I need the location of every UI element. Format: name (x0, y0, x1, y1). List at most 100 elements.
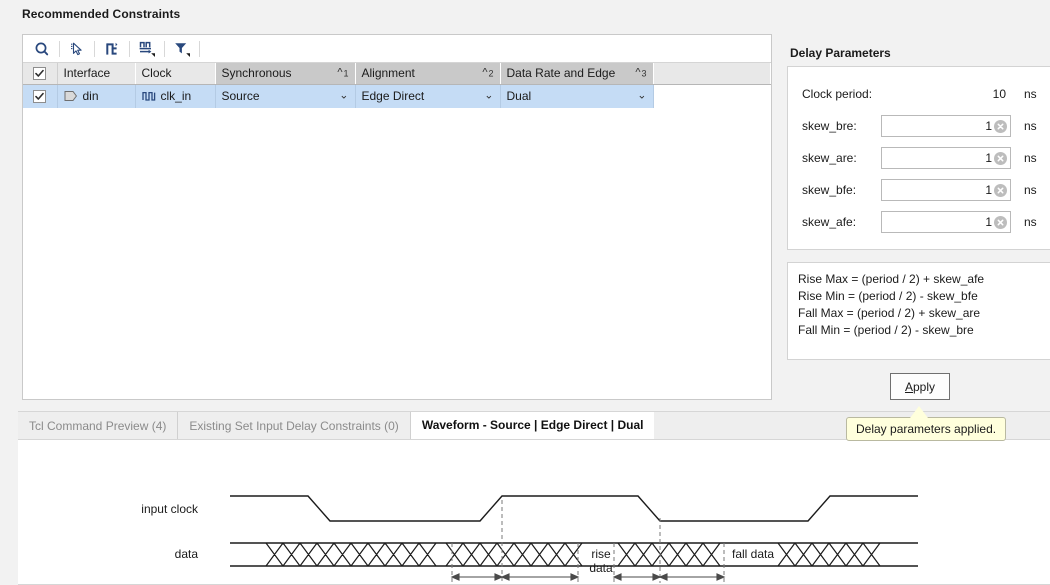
skew-afe-unit: ns (1024, 215, 1037, 229)
data-crosshatch-1 (265, 542, 437, 567)
data-crosshatch-2 (445, 542, 583, 567)
constraints-table: Interface Clock Synchronous ^ 1 Alignment (23, 63, 771, 108)
clock-waveform-icon (141, 90, 156, 102)
tab-existing-set-input-delay-constraints[interactable]: Existing Set Input Delay Constraints (0) (178, 412, 411, 439)
tab-waveform[interactable]: Waveform - Source | Edge Direct | Dual (410, 412, 655, 439)
chevron-down-icon[interactable]: ⌄ (339, 90, 348, 102)
waveform-label-rise-data: rise data (589, 547, 613, 575)
skew-are-input[interactable]: 1 (881, 147, 1011, 169)
delay-parameters-title: Delay Parameters (790, 46, 891, 60)
delay-parameters-box: Clock period: 10 ns skew_bre: 1 ns skew_… (787, 66, 1050, 250)
cell-clock[interactable]: clk_in (135, 84, 216, 108)
auto-constrain-icon[interactable] (99, 38, 125, 60)
cell-interface-label: din (82, 89, 99, 104)
page-title: Recommended Constraints (22, 7, 181, 21)
cell-interface[interactable]: din (57, 84, 136, 108)
cell-synchronous[interactable]: Source ⌄ (215, 84, 356, 108)
toolbar-separator (164, 40, 165, 57)
toolbar-separator (129, 40, 130, 57)
constraints-table-panel: Interface Clock Synchronous ^ 1 Alignment (22, 34, 772, 400)
skew-bre-row: skew_bre: 1 ns (788, 113, 1050, 139)
chevron-down-icon[interactable]: ⌄ (637, 90, 646, 102)
skew-afe-label: skew_afe: (802, 215, 857, 229)
skew-are-label: skew_are: (802, 151, 857, 165)
cell-alignment[interactable]: Edge Direct ⌄ (355, 84, 501, 108)
table-row[interactable]: din clk_in Source ⌄ Edge Direct ⌄ Dual ⌄ (23, 84, 771, 108)
column-header-alignment[interactable]: Alignment ^ 2 (355, 63, 501, 85)
clock-period-value: 10 (992, 87, 1006, 101)
column-header-interface-label: Interface (63, 66, 111, 81)
toolbar-separator (199, 40, 200, 57)
tab-existing-constraints-label: Existing Set Input Delay Constraints (0) (189, 418, 399, 433)
waveform-row-label-data: data (174, 547, 198, 561)
formula-fall-min: Fall Min = (period / 2) - skew_bre (798, 323, 974, 337)
column-header-clock-label: Clock (141, 66, 172, 81)
toolbar-separator (59, 40, 60, 57)
tab-tcl-command-preview[interactable]: Tcl Command Preview (4) (18, 412, 179, 439)
tab-tcl-command-preview-label: Tcl Command Preview (4) (29, 418, 167, 433)
filter-icon[interactable] (169, 38, 195, 60)
cell-clock-label: clk_in (160, 89, 192, 104)
formula-rise-max: Rise Max = (period / 2) + skew_afe (798, 272, 985, 286)
column-header-clock[interactable]: Clock (135, 63, 216, 85)
skew-bre-label: skew_bre: (802, 119, 857, 133)
select-all-checkbox[interactable] (33, 67, 47, 81)
skew-are-value: 1 (985, 151, 992, 165)
clear-icon[interactable] (994, 151, 1007, 165)
formula-fall-max: Fall Max = (period / 2) + skew_are (798, 306, 981, 320)
status-tooltip: Delay parameters applied. (846, 417, 1007, 441)
cell-synchronous-value: Source (221, 89, 260, 104)
cell-filler (653, 84, 771, 108)
column-header-data-rate-and-edge[interactable]: Data Rate and Edge ^ 3 (500, 63, 654, 85)
skew-bfe-value: 1 (985, 183, 992, 197)
waveform-row-label-input-clock: input clock (141, 502, 198, 516)
toolbar-separator (94, 40, 95, 57)
column-header-filler (653, 63, 771, 85)
clear-icon[interactable] (994, 183, 1007, 197)
column-header-alignment-label: Alignment (361, 66, 415, 81)
select-cursor-icon[interactable] (64, 38, 90, 60)
port-icon (64, 90, 78, 102)
chevron-down-icon[interactable]: ⌄ (484, 90, 493, 102)
column-header-interface[interactable]: Interface (57, 63, 136, 85)
cell-alignment-value: Edge Direct (361, 89, 425, 104)
skew-afe-input[interactable]: 1 (881, 211, 1011, 233)
recommended-constraints-page: Recommended Constraints Interface Clock … (0, 0, 1050, 585)
tab-waveform-label: Waveform - Source | Edge Direct | Dual (421, 418, 644, 432)
cell-data-rate-and-edge[interactable]: Dual ⌄ (500, 84, 654, 108)
formula-box: Rise Max = (period / 2) + skew_afe Rise … (787, 262, 1050, 360)
waveform-icon[interactable] (134, 38, 160, 60)
clock-period-unit: ns (1024, 87, 1037, 101)
skew-bre-value: 1 (985, 119, 992, 133)
formula-rise-min: Rise Min = (period / 2) - skew_bfe (798, 289, 978, 303)
waveform-panel: input clock data rise data fall data ske… (18, 440, 1050, 585)
row-checkbox[interactable] (33, 90, 47, 104)
data-crosshatch-4 (777, 542, 881, 567)
sort-indicator-ascending: ^ 2 (482, 66, 494, 79)
sort-indicator-ascending: ^ 1 (337, 66, 349, 79)
skew-afe-value: 1 (985, 215, 992, 229)
select-all-header[interactable] (23, 63, 58, 85)
sort-indicator-ascending: ^ 3 (635, 66, 647, 79)
apply-button-label-rest: pply (913, 379, 936, 394)
skew-bfe-label: skew_bfe: (802, 183, 857, 197)
clear-icon[interactable] (994, 119, 1007, 133)
skew-bfe-row: skew_bfe: 1 ns (788, 177, 1050, 203)
skew-bre-input[interactable]: 1 (881, 115, 1011, 137)
clear-icon[interactable] (994, 215, 1007, 229)
data-crosshatch-3 (617, 542, 721, 567)
row-select-cell[interactable] (23, 84, 58, 108)
waveform-label-fall-data: fall data (731, 547, 775, 561)
clock-period-row: Clock period: 10 ns (788, 81, 1050, 107)
search-icon[interactable] (29, 38, 55, 60)
table-toolbar (23, 35, 771, 63)
column-header-synchronous[interactable]: Synchronous ^ 1 (215, 63, 356, 85)
skew-are-unit: ns (1024, 151, 1037, 165)
skew-bfe-unit: ns (1024, 183, 1037, 197)
skew-afe-row: skew_afe: 1 ns (788, 209, 1050, 235)
skew-bre-unit: ns (1024, 119, 1037, 133)
skew-are-row: skew_are: 1 ns (788, 145, 1050, 171)
column-header-data-rate-label: Data Rate and Edge (506, 66, 616, 81)
skew-bfe-input[interactable]: 1 (881, 179, 1011, 201)
apply-mnemonic: A (904, 379, 913, 394)
